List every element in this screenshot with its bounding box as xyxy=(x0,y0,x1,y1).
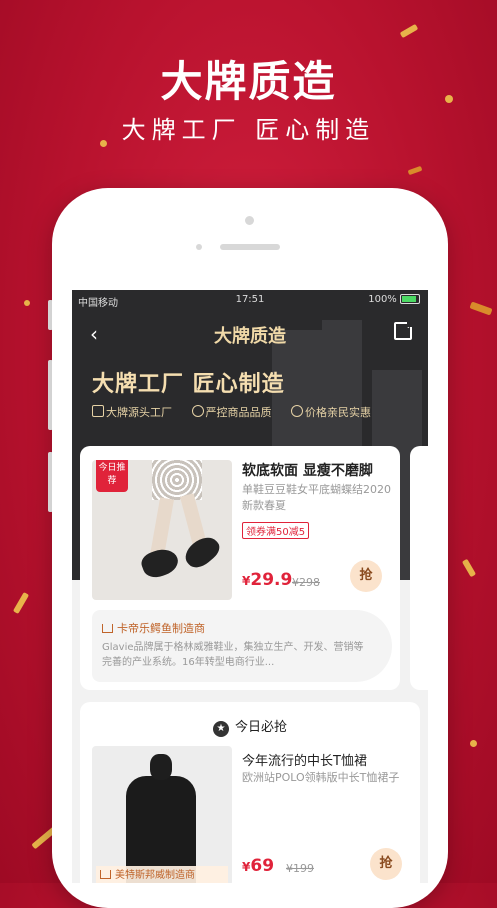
product-price: ¥29.9 xyxy=(242,570,292,590)
brand-name-text: 美特斯邦威制造商 xyxy=(115,870,195,881)
next-product-card[interactable] xyxy=(410,446,428,690)
section-title-text: 今日必抢 xyxy=(234,720,287,735)
product-description: 单鞋豆豆鞋女平底蝴蝶结2020新款春夏 xyxy=(242,483,391,512)
product-price: ¥69 xyxy=(242,856,274,876)
original-price: ¥298 xyxy=(292,576,320,589)
shoe-graphic xyxy=(138,544,182,582)
feature-list: 大牌源头工厂 严控商品品质 价格亲民实惠 xyxy=(92,404,387,420)
grab-button[interactable]: 抢 xyxy=(370,848,402,880)
feature-item: 严控商品品质 xyxy=(191,405,280,419)
feature-item: 大牌源头工厂 xyxy=(92,405,180,419)
home-icon xyxy=(92,405,104,417)
phone-camera xyxy=(245,216,254,225)
app-screen: 中国移动 17:51 100% ‹ 大牌质造 大牌工厂 匠心制造 大牌源头工厂 … xyxy=(72,290,428,883)
confetti xyxy=(399,23,419,39)
product-image[interactable]: 今日推荐 xyxy=(92,460,232,600)
coupon-tag[interactable]: 领券满50减5 xyxy=(242,522,310,539)
battery-icon xyxy=(400,294,420,304)
section-title: ★ 今日必抢 xyxy=(80,716,420,737)
today-must-grab-section: ★ 今日必抢 美特斯邦威制造商 今年流行的中长T恤裙 欧洲站POLO领韩版中长T恤… xyxy=(80,702,420,883)
brand-description: Glavie品牌属于格林威雅鞋业，集独立生产、开发、营销等完善的产业系统。16年… xyxy=(102,642,364,668)
confetti xyxy=(461,558,477,578)
product-description: 欧洲站POLO领韩版中长T恤裙子 xyxy=(242,771,400,784)
star-icon: ★ xyxy=(212,721,229,737)
model-head-graphic xyxy=(150,754,172,780)
phone-sensor xyxy=(196,244,202,250)
yen-icon xyxy=(291,405,303,417)
price-value: 69 xyxy=(250,856,275,876)
confetti xyxy=(24,300,30,306)
home-icon xyxy=(102,624,113,633)
feature-item: 价格亲民实惠 xyxy=(291,405,379,419)
brand-name: 卡帝乐鳄鱼制造商 xyxy=(102,620,205,636)
confetti xyxy=(470,740,477,747)
phone-speaker xyxy=(220,244,280,250)
home-icon xyxy=(100,870,111,879)
hero-title: 大牌质造 xyxy=(160,57,337,106)
feature-label: 大牌源头工厂 xyxy=(106,406,172,419)
hero-subtitle: 大牌工厂 匠心制造 xyxy=(121,116,376,144)
product-image[interactable]: 美特斯邦威制造商 xyxy=(92,746,232,883)
battery-status: 100% xyxy=(368,294,420,305)
battery-label: 100% xyxy=(368,294,397,305)
feature-label: 严控商品品质 xyxy=(205,406,272,419)
product-title: 软底软面 显瘦不磨脚 xyxy=(242,463,373,479)
confetti xyxy=(12,591,30,615)
feature-label: 价格亲民实惠 xyxy=(305,406,371,419)
banner-title: 大牌工厂 匠心制造 xyxy=(92,372,285,397)
nav-title: 大牌质造 xyxy=(214,326,286,347)
brand-info[interactable]: 卡帝乐鳄鱼制造商 Glavie品牌属于格林威雅鞋业，集独立生产、开发、营销等完善… xyxy=(92,610,392,682)
price-value: 29.9 xyxy=(250,570,293,590)
brand-band: 美特斯邦威制造商 xyxy=(96,866,228,883)
heart-shield-icon xyxy=(191,405,204,417)
product-card[interactable]: 今日推荐 软底软面 显瘦不磨脚 单鞋豆豆鞋女平底蝴蝶结2020新款春夏 领券满5… xyxy=(80,446,400,690)
product-title: 今年流行的中长T恤裙 xyxy=(242,754,367,769)
original-price: ¥199 xyxy=(286,862,314,875)
share-icon[interactable] xyxy=(394,319,415,340)
today-recommend-badge: 今日推荐 xyxy=(96,460,128,492)
brand-name-text: 卡帝乐鳄鱼制造商 xyxy=(117,622,205,635)
confetti xyxy=(407,165,423,176)
skirt-graphic xyxy=(152,460,202,500)
confetti xyxy=(469,301,493,316)
shoe-graphic xyxy=(180,531,224,573)
grab-button[interactable]: 抢 xyxy=(350,560,382,592)
status-bar: 中国移动 17:51 100% xyxy=(72,292,428,309)
